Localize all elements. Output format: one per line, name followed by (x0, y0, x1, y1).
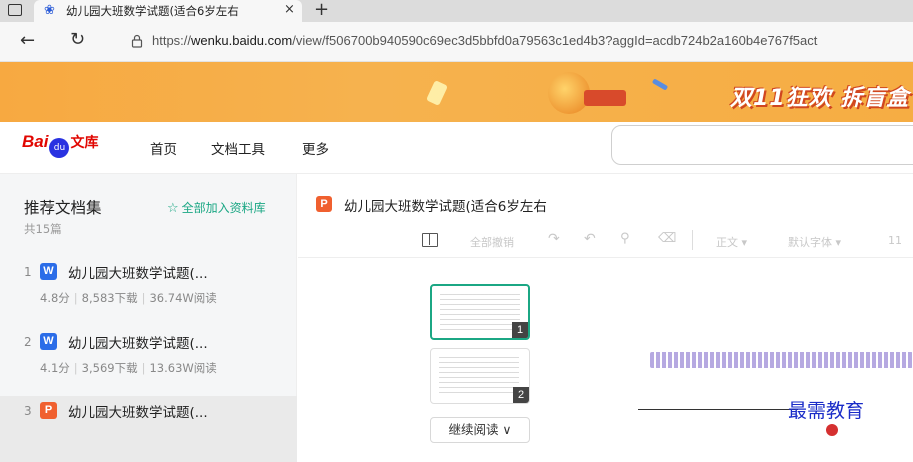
nav-more[interactable]: 更多 (302, 138, 329, 158)
list-item-active[interactable]: 3 P 幼儿园大班数学试题(... (0, 396, 297, 462)
browser-tab[interactable]: ❀ 幼儿园大班数学试题(适合6岁左右 × (34, 0, 302, 22)
site-header: Bai du 文库 首页 文档工具 更多 (0, 122, 913, 174)
page-preview-lines (439, 357, 519, 393)
new-tab-button[interactable]: + (314, 0, 329, 20)
address-bar: ← ↻ https://wenku.baidu.com/view/f506700… (0, 22, 913, 62)
horizontal-rule (638, 409, 798, 410)
document-viewer: P 幼儿园大班数学试题(适合6岁左右 全部撤销 ↷ ↶ ⚲ ⌫ 正文 ▾ 默认字… (298, 174, 913, 443)
document-title: 幼儿园大班数学试题(适合6岁左右 (344, 199, 547, 215)
url-path: /view/f506700b940590c69ec3d5bbfd0a79563c… (292, 33, 818, 48)
reload-icon[interactable]: ↻ (70, 29, 85, 50)
list-item-index: 2 (24, 335, 32, 349)
star-outline-icon: ☆ (167, 201, 179, 216)
page-number: 1 (512, 322, 528, 338)
list-item[interactable]: 1 W 幼儿园大班数学试题(... 4.8分 | 8,583下载 | 36.74W阅读 (0, 257, 297, 323)
promo-banner[interactable]: 双11狂欢 拆盲盒 (0, 62, 913, 122)
banner-text: 双11狂欢 拆盲盒 (730, 86, 910, 111)
layout-toggle-icon[interactable] (422, 233, 438, 247)
word-doc-icon: W (40, 333, 57, 350)
ppt-doc-icon: P (40, 402, 57, 419)
font-family-select[interactable]: 默认字体 ▾ (788, 234, 841, 250)
editor-toolbar: 全部撤销 ↷ ↶ ⚲ ⌫ 正文 ▾ 默认字体 ▾ 11 (298, 226, 913, 258)
red-dot-icon (826, 424, 838, 436)
redo-icon[interactable]: ↷ (548, 231, 560, 247)
list-item-title: 幼儿园大班数学试题(... (68, 336, 208, 352)
back-arrow-icon[interactable]: ← (20, 30, 35, 51)
tab-title: 幼儿园大班数学试题(适合6岁左右 (66, 4, 239, 18)
url-prefix: https:// (152, 33, 192, 48)
list-item-index: 3 (24, 404, 32, 418)
list-item-title: 幼儿园大班数学试题(... (68, 405, 208, 421)
list-item-index: 1 (24, 265, 32, 279)
undo-icon[interactable]: ↶ (584, 231, 596, 247)
recommended-docs-sidebar: 推荐文档集 共15篇 ☆ 全部加入资料库 1 W 幼儿园大班数学试题(... 4.… (0, 174, 297, 462)
continue-reading-button[interactable]: 继续阅读 ∨ (430, 417, 530, 443)
url-field[interactable]: https://wenku.baidu.com/view/f506700b940… (152, 33, 817, 48)
add-all-button[interactable]: ☆ 全部加入资料库 (167, 199, 266, 216)
format-painter-icon[interactable]: ⚲ (620, 231, 630, 246)
nav-home[interactable]: 首页 (150, 138, 177, 158)
page-heading-decoration (650, 352, 913, 368)
page-thumbnail-1[interactable]: 1 (430, 284, 530, 340)
baidu-paw-icon: du (49, 138, 70, 158)
list-item[interactable]: 2 W 幼儿园大班数学试题(... 4.1分 | 3,569下载 | 13.63W阅读 (0, 327, 297, 393)
paragraph-style-select[interactable]: 正文 ▾ (716, 234, 747, 250)
browser-tab-bar: ❀ 幼儿园大班数学试题(适合6岁左右 × + (0, 0, 913, 22)
window-menu-icon[interactable] (8, 4, 22, 16)
list-item-title: 幼儿园大班数学试题(... (68, 266, 208, 282)
tab-close-icon[interactable]: × (284, 2, 295, 17)
baidu-wenku-logo[interactable]: Bai du 文库 (22, 132, 98, 162)
sparkle-decoration (651, 78, 669, 91)
font-size-select[interactable]: 11 (888, 234, 902, 247)
nav-doc-tools[interactable]: 文档工具 (211, 138, 265, 158)
baidu-paw-icon: ❀ (44, 3, 55, 18)
sparkle-decoration (426, 80, 448, 106)
url-host: wenku.baidu.com (191, 33, 293, 48)
search-input[interactable] (611, 125, 913, 165)
undo-all-button[interactable]: 全部撤销 (470, 234, 514, 250)
lock-icon[interactable] (131, 34, 143, 48)
word-doc-icon: W (40, 263, 57, 280)
sidebar-title: 推荐文档集 (24, 199, 102, 217)
ppt-doc-icon: P (316, 196, 332, 212)
toolbar-divider (692, 230, 693, 250)
list-item-meta: 4.8分 | 8,583下载 | 36.74W阅读 (40, 291, 217, 305)
eraser-icon[interactable]: ⌫ (658, 231, 676, 246)
page-number: 2 (513, 387, 529, 403)
gift-box-image (584, 90, 626, 106)
watermark-text: 最需教育 (788, 400, 865, 422)
page-content-preview: 最需教育 (638, 352, 913, 437)
sidebar-count: 共15篇 (24, 222, 62, 236)
page-preview-lines (440, 294, 520, 330)
page-thumbnail-2[interactable]: 2 (430, 348, 530, 404)
list-item-meta: 4.1分 | 3,569下载 | 13.63W阅读 (40, 361, 217, 375)
